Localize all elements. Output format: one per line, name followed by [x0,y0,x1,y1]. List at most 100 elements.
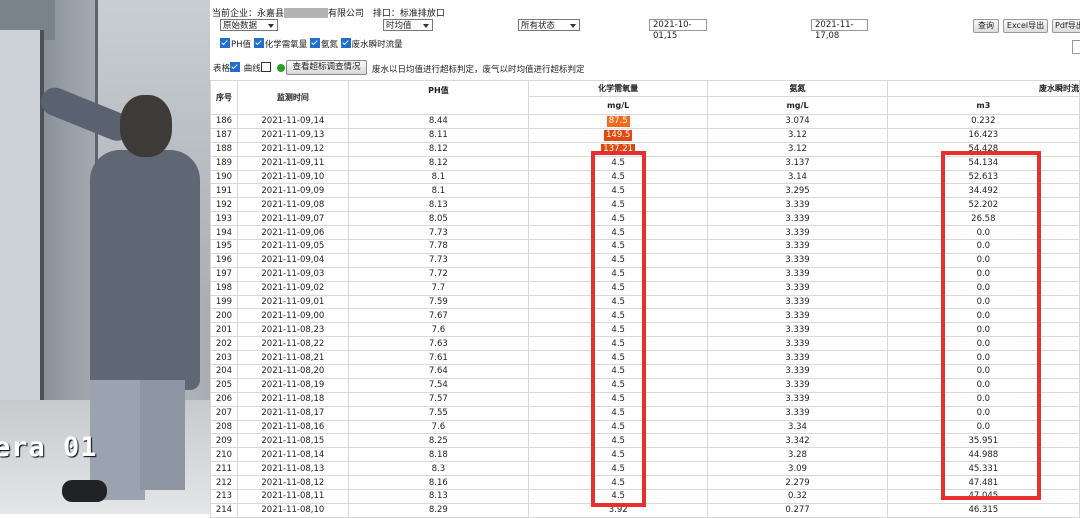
cell-ammonia: 3.339 [707,266,888,282]
aggregation-select[interactable]: 时均值 [383,19,433,31]
cell-index: 205 [210,377,238,393]
curve-checkbox[interactable] [260,62,271,72]
cell-ph: 8.13 [347,489,530,504]
cell-ammonia: 3.339 [707,225,888,241]
outlet-label: 排口：标准排放口 [372,9,445,19]
cell-index: 204 [210,364,238,379]
cell-index: 208 [210,419,238,435]
cell-index: 211 [210,461,238,477]
cell-ammonia: 3.339 [707,405,888,421]
cell-index: 206 [210,391,238,407]
cell-time: 2021-11-08,11 [236,489,349,504]
pollutant-filters: PH值 化学需氧量 氨氮 废水瞬时流量 [220,38,403,50]
cell-index: 186 [210,114,238,129]
cell-time: 2021-11-08,14 [236,447,349,463]
cell-ammonia: 3.339 [707,377,888,393]
cod-highlight-box [591,151,646,507]
status-select[interactable]: 所有状态 [518,19,580,31]
cell-index: 209 [210,433,238,449]
col-time: 监测时间 [236,80,349,115]
cell-flow: 16.423 [886,127,1080,143]
cell-time: 2021-11-08,22 [236,336,349,352]
cell-ammonia: 0.277 [707,502,888,518]
cell-time: 2021-11-08,20 [236,364,349,379]
flow-checkbox[interactable] [340,38,351,48]
col-index: 序号 [210,80,238,115]
cell-ph: 8.11 [347,127,530,143]
end-date-input[interactable]: 2021-11-17,08 [811,19,868,41]
cell-index: 197 [210,266,238,282]
cell-ph: 8.44 [347,114,530,129]
filter-cod[interactable]: 化学需氧量 [253,38,307,50]
unit-cod: mg/L [527,96,709,115]
refresh-icon[interactable] [276,64,285,72]
cell-index: 193 [210,211,238,227]
cell-time: 2021-11-09,03 [236,266,349,282]
cell-ammonia: 3.339 [707,211,888,227]
cell-index: 212 [210,475,238,491]
excel-export-button[interactable]: Excel导出 [1003,19,1048,33]
cell-time: 2021-11-09,09 [236,183,349,199]
cell-ammonia: 3.28 [707,447,888,463]
cell-time: 2021-11-09,07 [236,211,349,227]
cell-index: 201 [210,322,238,338]
corner-checkbox[interactable] [1072,40,1080,54]
flow-highlight-box [941,151,1041,500]
col-flow: 废水瞬时流 [886,80,1080,97]
camera-person-legs-2 [140,380,185,490]
cell-time: 2021-11-09,08 [236,197,349,213]
cell-ammonia: 3.09 [707,461,888,477]
cell-ph: 8.3 [347,461,530,477]
cell-ammonia: 3.339 [707,294,888,310]
cell-index: 192 [210,197,238,213]
cell-ph: 8.29 [347,502,530,518]
cell-ammonia: 3.339 [707,364,888,379]
cell-time: 2021-11-09,13 [236,127,349,143]
col-ammonia: 氨氮 [707,80,888,97]
cell-index: 188 [210,141,238,157]
cell-ammonia: 3.12 [707,127,888,143]
cell-ph: 8.18 [347,447,530,463]
cell-ammonia: 3.339 [707,197,888,213]
cell-ammonia: 2.279 [707,475,888,491]
cell-ph: 8.12 [347,155,530,171]
cell-ph: 7.6 [347,419,530,435]
cell-cod: 149.5 [527,127,709,143]
table-checkbox[interactable] [230,62,241,72]
cell-ammonia: 3.339 [707,280,888,296]
cell-time: 2021-11-09,14 [236,114,349,129]
table-header-row: 序号 监测时间 PH值 化学需氧量 氨氮 废水瞬时流 [210,80,1080,115]
cell-flow: 46.315 [886,502,1080,518]
start-date-input[interactable]: 2021-10-01,15 [649,19,707,41]
cell-time: 2021-11-09,06 [236,225,349,241]
cell-ammonia: 3.339 [707,239,888,254]
unit-ammonia: mg/L [707,96,888,115]
filter-flow[interactable]: 废水瞬时流量 [340,38,403,50]
pdf-export-button[interactable]: Pdf导出 [1052,19,1080,33]
cell-ph: 8.1 [347,183,530,199]
cell-ammonia: 3.339 [707,252,888,268]
cell-time: 2021-11-08,12 [236,475,349,491]
company-suffix: 有限公司 [328,9,365,19]
exceed-badge: 149.5 [604,130,633,142]
view-exceed-button[interactable]: 查看超标调查情况 [286,60,367,75]
data-type-select[interactable]: 原始数据 [220,19,278,31]
filter-ammonia[interactable]: 氨氮 [309,38,338,50]
ammonia-checkbox[interactable] [309,38,320,48]
cell-ph: 7.7 [347,280,530,296]
cell-time: 2021-11-08,13 [236,461,349,477]
camera-feed: era 01 [0,0,210,514]
cell-index: 191 [210,183,238,199]
col-ph: PH值 [347,80,530,115]
cell-ph: 8.13 [347,197,530,213]
cell-ammonia: 3.339 [707,350,888,366]
query-button[interactable]: 查询 [973,19,999,33]
cod-checkbox[interactable] [253,38,264,48]
cell-time: 2021-11-08,10 [236,502,349,518]
cell-ammonia: 3.339 [707,336,888,352]
cell-time: 2021-11-08,16 [236,419,349,435]
ph-checkbox[interactable] [220,38,230,48]
cell-ph: 8.05 [347,211,530,227]
cell-time: 2021-11-08,21 [236,350,349,366]
filter-ph[interactable]: PH值 [220,38,251,50]
